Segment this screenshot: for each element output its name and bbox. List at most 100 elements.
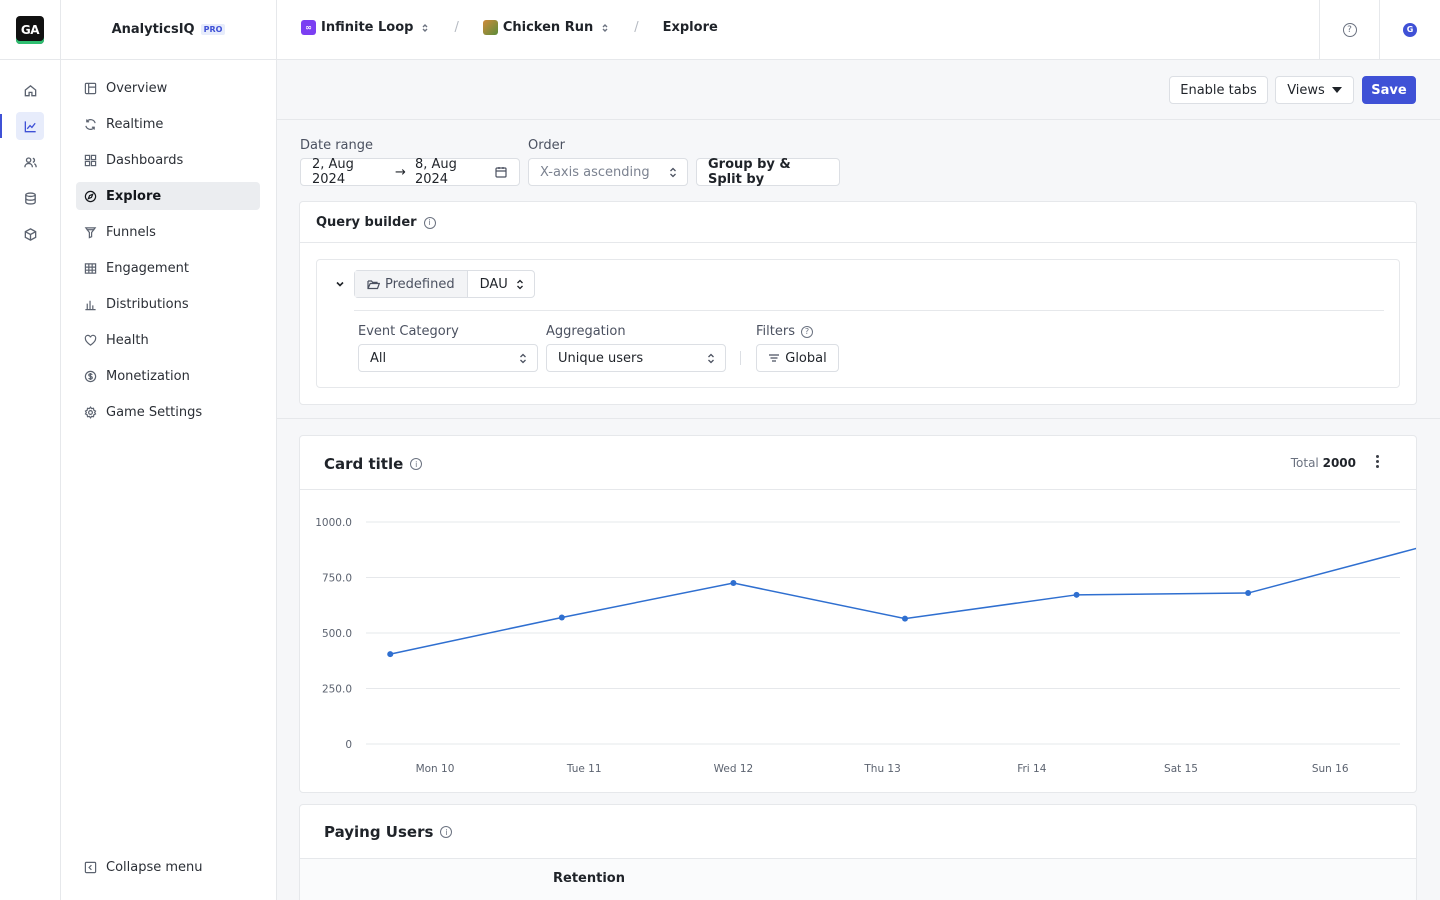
views-button[interactable]: Views [1275, 76, 1354, 104]
breadcrumb-page-label: Explore [662, 20, 718, 35]
y-tick-label: 500.0 [322, 628, 352, 640]
filter-lines-icon [769, 354, 780, 362]
data-point[interactable] [387, 651, 394, 658]
series-line [390, 547, 1416, 655]
breadcrumb-game-label: Chicken Run [502, 20, 594, 35]
sidebar-item-dashboards[interactable]: Dashboards [76, 146, 260, 174]
sidebar-item-game-settings[interactable]: Game Settings [76, 398, 260, 426]
sidebar-item-monetization[interactable]: Monetization [76, 362, 260, 390]
sidebar-nav: Overview Realtime Dashboards Explore Fun… [76, 74, 260, 434]
filters-label-text: Filters [756, 324, 795, 339]
metric-dropdown[interactable]: DAU [468, 271, 534, 297]
x-tick-label: Thu 13 [863, 763, 900, 775]
x-tick-label: Fri 14 [1017, 763, 1047, 775]
event-category-select[interactable]: All [358, 344, 538, 372]
x-tick-label: Sun 16 [1312, 763, 1349, 775]
divider [354, 310, 1384, 311]
order-value: X-axis ascending [540, 164, 650, 180]
sidebar-item-label: Game Settings [106, 404, 203, 420]
help-icon[interactable]: ? [800, 325, 813, 338]
chevron-down-icon[interactable] [335, 280, 345, 288]
data-point[interactable] [730, 580, 737, 587]
breadcrumb-game[interactable]: Chicken Run [482, 20, 610, 35]
event-category-label: Event Category [358, 324, 459, 339]
chevron-updown-icon [519, 353, 527, 364]
global-filter-button[interactable]: Global [756, 344, 839, 372]
chart-card-title: Card title i [324, 455, 423, 473]
sidebar-item-explore[interactable]: Explore [76, 182, 260, 210]
help-icon: ? [1342, 22, 1357, 37]
enable-tabs-button[interactable]: Enable tabs [1169, 76, 1268, 104]
date-range-picker[interactable]: 2, Aug 2024 → 8, Aug 2024 [300, 157, 520, 187]
rail-database-button[interactable] [16, 184, 44, 212]
app-logo[interactable]: GA [16, 16, 44, 44]
x-tick-label: Wed 12 [714, 763, 754, 775]
sidebar-item-realtime[interactable]: Realtime [76, 110, 260, 138]
query-builder-card: Query builder i Predefined DAU Event Cat… [299, 201, 1417, 405]
account-button[interactable]: G [1379, 0, 1440, 59]
help-button[interactable]: ? [1319, 0, 1379, 59]
chevron-updown-icon [422, 23, 428, 32]
sidebar-item-label: Funnels [106, 224, 156, 240]
chevron-updown-icon [669, 167, 677, 178]
enable-tabs-label: Enable tabs [1180, 82, 1257, 98]
info-icon[interactable]: i [440, 826, 453, 838]
more-options-icon[interactable] [1376, 455, 1380, 470]
breadcrumb-org[interactable]: ∞ Infinite Loop [301, 20, 430, 35]
sidebar-item-label: Realtime [106, 116, 164, 132]
rail-divider [0, 59, 61, 60]
views-label: Views [1287, 82, 1325, 98]
metric-value: DAU [479, 276, 508, 292]
data-point[interactable] [1073, 591, 1080, 598]
group-split-button[interactable]: Group by & Split by [696, 157, 840, 187]
sidebar-item-funnels[interactable]: Funnels [76, 218, 260, 246]
column-header-retention: Retention [553, 871, 625, 886]
info-icon[interactable]: i [423, 216, 436, 229]
sidebar-item-engagement[interactable]: Engagement [76, 254, 260, 282]
predefined-label: Predefined [385, 276, 455, 292]
info-icon[interactable]: i [410, 458, 423, 470]
total-readout: Total 2000 [1291, 456, 1356, 470]
data-point[interactable] [1245, 590, 1252, 597]
rail-analytics-button[interactable] [16, 112, 44, 140]
data-point[interactable] [558, 614, 565, 621]
sidebar-item-label: Overview [106, 80, 168, 96]
date-arrow: → [395, 164, 406, 180]
y-tick-label: 750.0 [322, 573, 352, 585]
breadcrumb-page: Explore [663, 20, 718, 35]
predefined-toggle[interactable]: Predefined [355, 271, 468, 297]
aggregation-select[interactable]: Unique users [546, 344, 726, 372]
collapse-menu-label: Collapse menu [106, 860, 203, 875]
pro-badge: PRO [200, 24, 226, 35]
caret-down-icon [1331, 87, 1342, 93]
sidebar-item-label: Explore [106, 188, 162, 204]
sidebar-item-distributions[interactable]: Distributions [76, 290, 260, 318]
data-point[interactable] [901, 615, 908, 622]
y-tick-label: 250.0 [322, 684, 352, 696]
breadcrumb-separator: / [634, 20, 639, 35]
save-button[interactable]: Save [1362, 76, 1416, 104]
sidebar-item-overview[interactable]: Overview [76, 74, 260, 102]
game-thumbnail-icon [482, 20, 498, 35]
action-bar: Enable tabs Views Save [277, 60, 1440, 120]
rail-packages-button[interactable] [16, 220, 44, 248]
metric-selector: Predefined DAU [354, 270, 535, 298]
sidebar-item-health[interactable]: Health [76, 326, 260, 354]
refresh-icon [85, 118, 96, 130]
group-split-label: Group by & Split by [708, 157, 791, 187]
brand: AnalyticsIQ PRO [61, 0, 276, 60]
line-chart: 1000.0 750.0 500.0 250.0 0 Mon 10 Tue 11 Wed 12… [315, 517, 1416, 775]
breadcrumb: ∞ Infinite Loop / Chicken Run / Explore [301, 20, 718, 35]
table-header: Retention [300, 859, 1416, 900]
app-rail: GA [0, 0, 61, 900]
date-end: 8, Aug 2024 [414, 157, 457, 187]
sidebar-item-label: Dashboards [106, 152, 184, 168]
collapse-icon [84, 861, 97, 874]
total-value: 2000 [1322, 456, 1356, 470]
collapse-menu-button[interactable]: Collapse menu [84, 860, 203, 875]
order-select[interactable]: X-axis ascending [528, 158, 688, 186]
rail-home-button[interactable] [16, 76, 44, 104]
chart-card: Card title i Total 2000 1000.0 750.0 500.0… [299, 435, 1417, 793]
rail-users-button[interactable] [16, 148, 44, 176]
y-tick-label: 1000.0 [315, 517, 352, 529]
